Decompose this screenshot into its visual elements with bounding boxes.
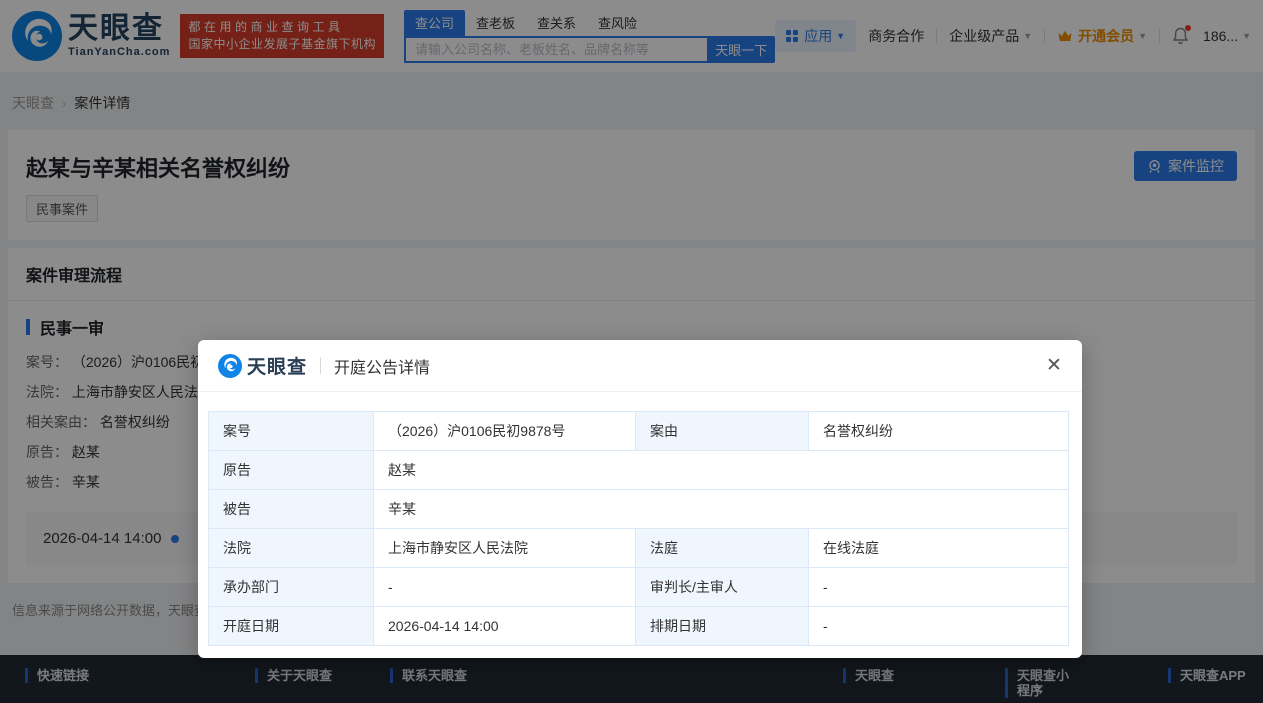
table-row: 原告 赵某	[209, 451, 1069, 490]
modal-body: 案号 （2026）沪0106民初9878号 案由 名誉权纠纷 原告 赵某 被告 …	[198, 392, 1082, 646]
table-row: 案号 （2026）沪0106民初9878号 案由 名誉权纠纷	[209, 412, 1069, 451]
hearing-detail-table: 案号 （2026）沪0106民初9878号 案由 名誉权纠纷 原告 赵某 被告 …	[208, 411, 1069, 646]
table-row: 开庭日期 2026-04-14 14:00 排期日期 -	[209, 607, 1069, 646]
modal-tianyancha-logo: 天眼查	[218, 352, 307, 379]
modal-header: 天眼查 开庭公告详情 ✕	[198, 340, 1082, 392]
table-row: 承办部门 - 审判长/主审人 -	[209, 568, 1069, 607]
hearing-detail-modal: 天眼查 开庭公告详情 ✕ 案号 （2026）沪0106民初9878号 案由 名誉…	[198, 340, 1082, 658]
table-row: 法院 上海市静安区人民法院 法庭 在线法庭	[209, 529, 1069, 568]
modal-header-divider	[320, 357, 321, 374]
tianyancha-logo-icon	[218, 354, 242, 378]
modal-title: 开庭公告详情	[334, 354, 430, 378]
close-icon[interactable]: ✕	[1041, 353, 1067, 379]
table-row: 被告 辛某	[209, 490, 1069, 529]
modal-brand-name: 天眼查	[247, 352, 307, 379]
